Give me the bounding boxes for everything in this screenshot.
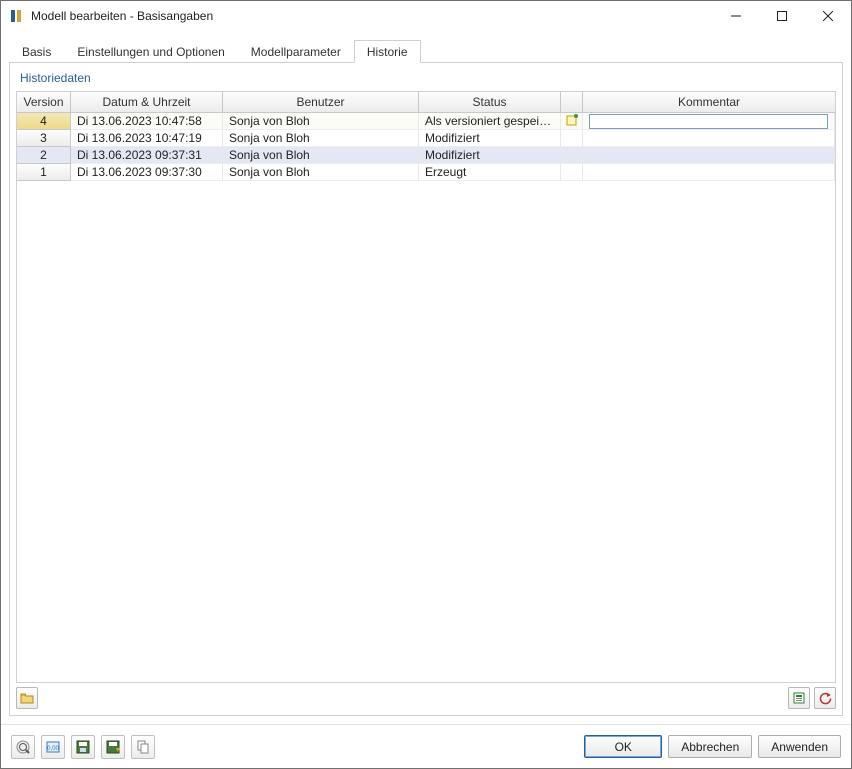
cell-datum: Di 13.06.2023 09:37:30 (71, 164, 223, 181)
note-icon[interactable] (561, 113, 583, 130)
col-icon (561, 92, 583, 112)
cell-status: Modifiziert (419, 130, 561, 147)
open-folder-button[interactable] (16, 687, 38, 709)
grid-body: 4 Di 13.06.2023 10:47:58 Sonja von Bloh … (17, 113, 835, 682)
save-as-button[interactable] (101, 735, 125, 759)
cell-version: 4 (17, 113, 71, 130)
tab-modellparameter[interactable]: Modellparameter (238, 40, 354, 63)
ok-button[interactable]: OK (584, 735, 662, 758)
titlebar: Modell bearbeiten - Basisangaben (1, 1, 851, 31)
cell-icon (561, 147, 583, 164)
window-title: Modell bearbeiten - Basisangaben (31, 9, 213, 23)
refresh-restore-button[interactable] (814, 687, 836, 709)
grid-header: Version Datum & Uhrzeit Benutzer Status … (17, 92, 835, 113)
comment-input[interactable] (589, 114, 828, 129)
cell-version: 3 (17, 130, 71, 147)
panel-toolbar (16, 683, 836, 709)
dialog-window: Modell bearbeiten - Basisangaben Basis E… (0, 0, 852, 769)
save-button[interactable] (71, 735, 95, 759)
cell-datum: Di 13.06.2023 10:47:58 (71, 113, 223, 130)
svg-text:0,00: 0,00 (47, 746, 59, 752)
units-button[interactable]: 0,00 (41, 735, 65, 759)
table-row[interactable]: 1 Di 13.06.2023 09:37:30 Sonja von Bloh … (17, 164, 835, 181)
cell-version: 2 (17, 147, 71, 164)
cell-kommentar[interactable] (583, 147, 835, 164)
cell-kommentar[interactable] (583, 113, 835, 130)
section-label: Historiedaten (16, 69, 836, 91)
cell-status: Modifiziert (419, 147, 561, 164)
cell-benutzer: Sonja von Bloh (223, 113, 419, 130)
table-row[interactable]: 3 Di 13.06.2023 10:47:19 Sonja von Bloh … (17, 130, 835, 147)
tab-einstellungen[interactable]: Einstellungen und Optionen (64, 40, 237, 63)
cell-kommentar[interactable] (583, 164, 835, 181)
tabstrip: Basis Einstellungen und Optionen Modellp… (9, 39, 843, 63)
cell-status: Erzeugt (419, 164, 561, 181)
cell-kommentar[interactable] (583, 130, 835, 147)
col-benutzer[interactable]: Benutzer (223, 92, 419, 112)
cell-datum: Di 13.06.2023 10:47:19 (71, 130, 223, 147)
apply-button[interactable]: Anwenden (758, 735, 841, 758)
app-icon (9, 8, 25, 24)
history-grid: Version Datum & Uhrzeit Benutzer Status … (16, 91, 836, 683)
cell-status: Als versioniert gespeich... (419, 113, 561, 130)
cell-icon (561, 164, 583, 181)
help-button[interactable] (11, 735, 35, 759)
maximize-button[interactable] (759, 1, 805, 31)
tab-historie[interactable]: Historie (354, 40, 421, 63)
export-button[interactable] (788, 687, 810, 709)
table-row[interactable]: 2 Di 13.06.2023 09:37:31 Sonja von Bloh … (17, 147, 835, 164)
col-version[interactable]: Version (17, 92, 71, 112)
cancel-button[interactable]: Abbrechen (668, 735, 752, 758)
table-row[interactable]: 4 Di 13.06.2023 10:47:58 Sonja von Bloh … (17, 113, 835, 130)
dialog-footer: 0,00 OK Abbrechen Anwenden (1, 724, 851, 768)
tab-panel-historie: Historiedaten Version Datum & Uhrzeit Be… (9, 63, 843, 716)
copy-button[interactable] (131, 735, 155, 759)
col-status[interactable]: Status (419, 92, 561, 112)
col-kommentar[interactable]: Kommentar (583, 92, 835, 112)
tab-basis[interactable]: Basis (9, 40, 64, 63)
cell-benutzer: Sonja von Bloh (223, 130, 419, 147)
cell-benutzer: Sonja von Bloh (223, 147, 419, 164)
client-area: Basis Einstellungen und Optionen Modellp… (1, 31, 851, 724)
cell-icon (561, 130, 583, 147)
col-datum[interactable]: Datum & Uhrzeit (71, 92, 223, 112)
cell-benutzer: Sonja von Bloh (223, 164, 419, 181)
close-button[interactable] (805, 1, 851, 31)
minimize-button[interactable] (713, 1, 759, 31)
cell-version: 1 (17, 164, 71, 181)
cell-datum: Di 13.06.2023 09:37:31 (71, 147, 223, 164)
